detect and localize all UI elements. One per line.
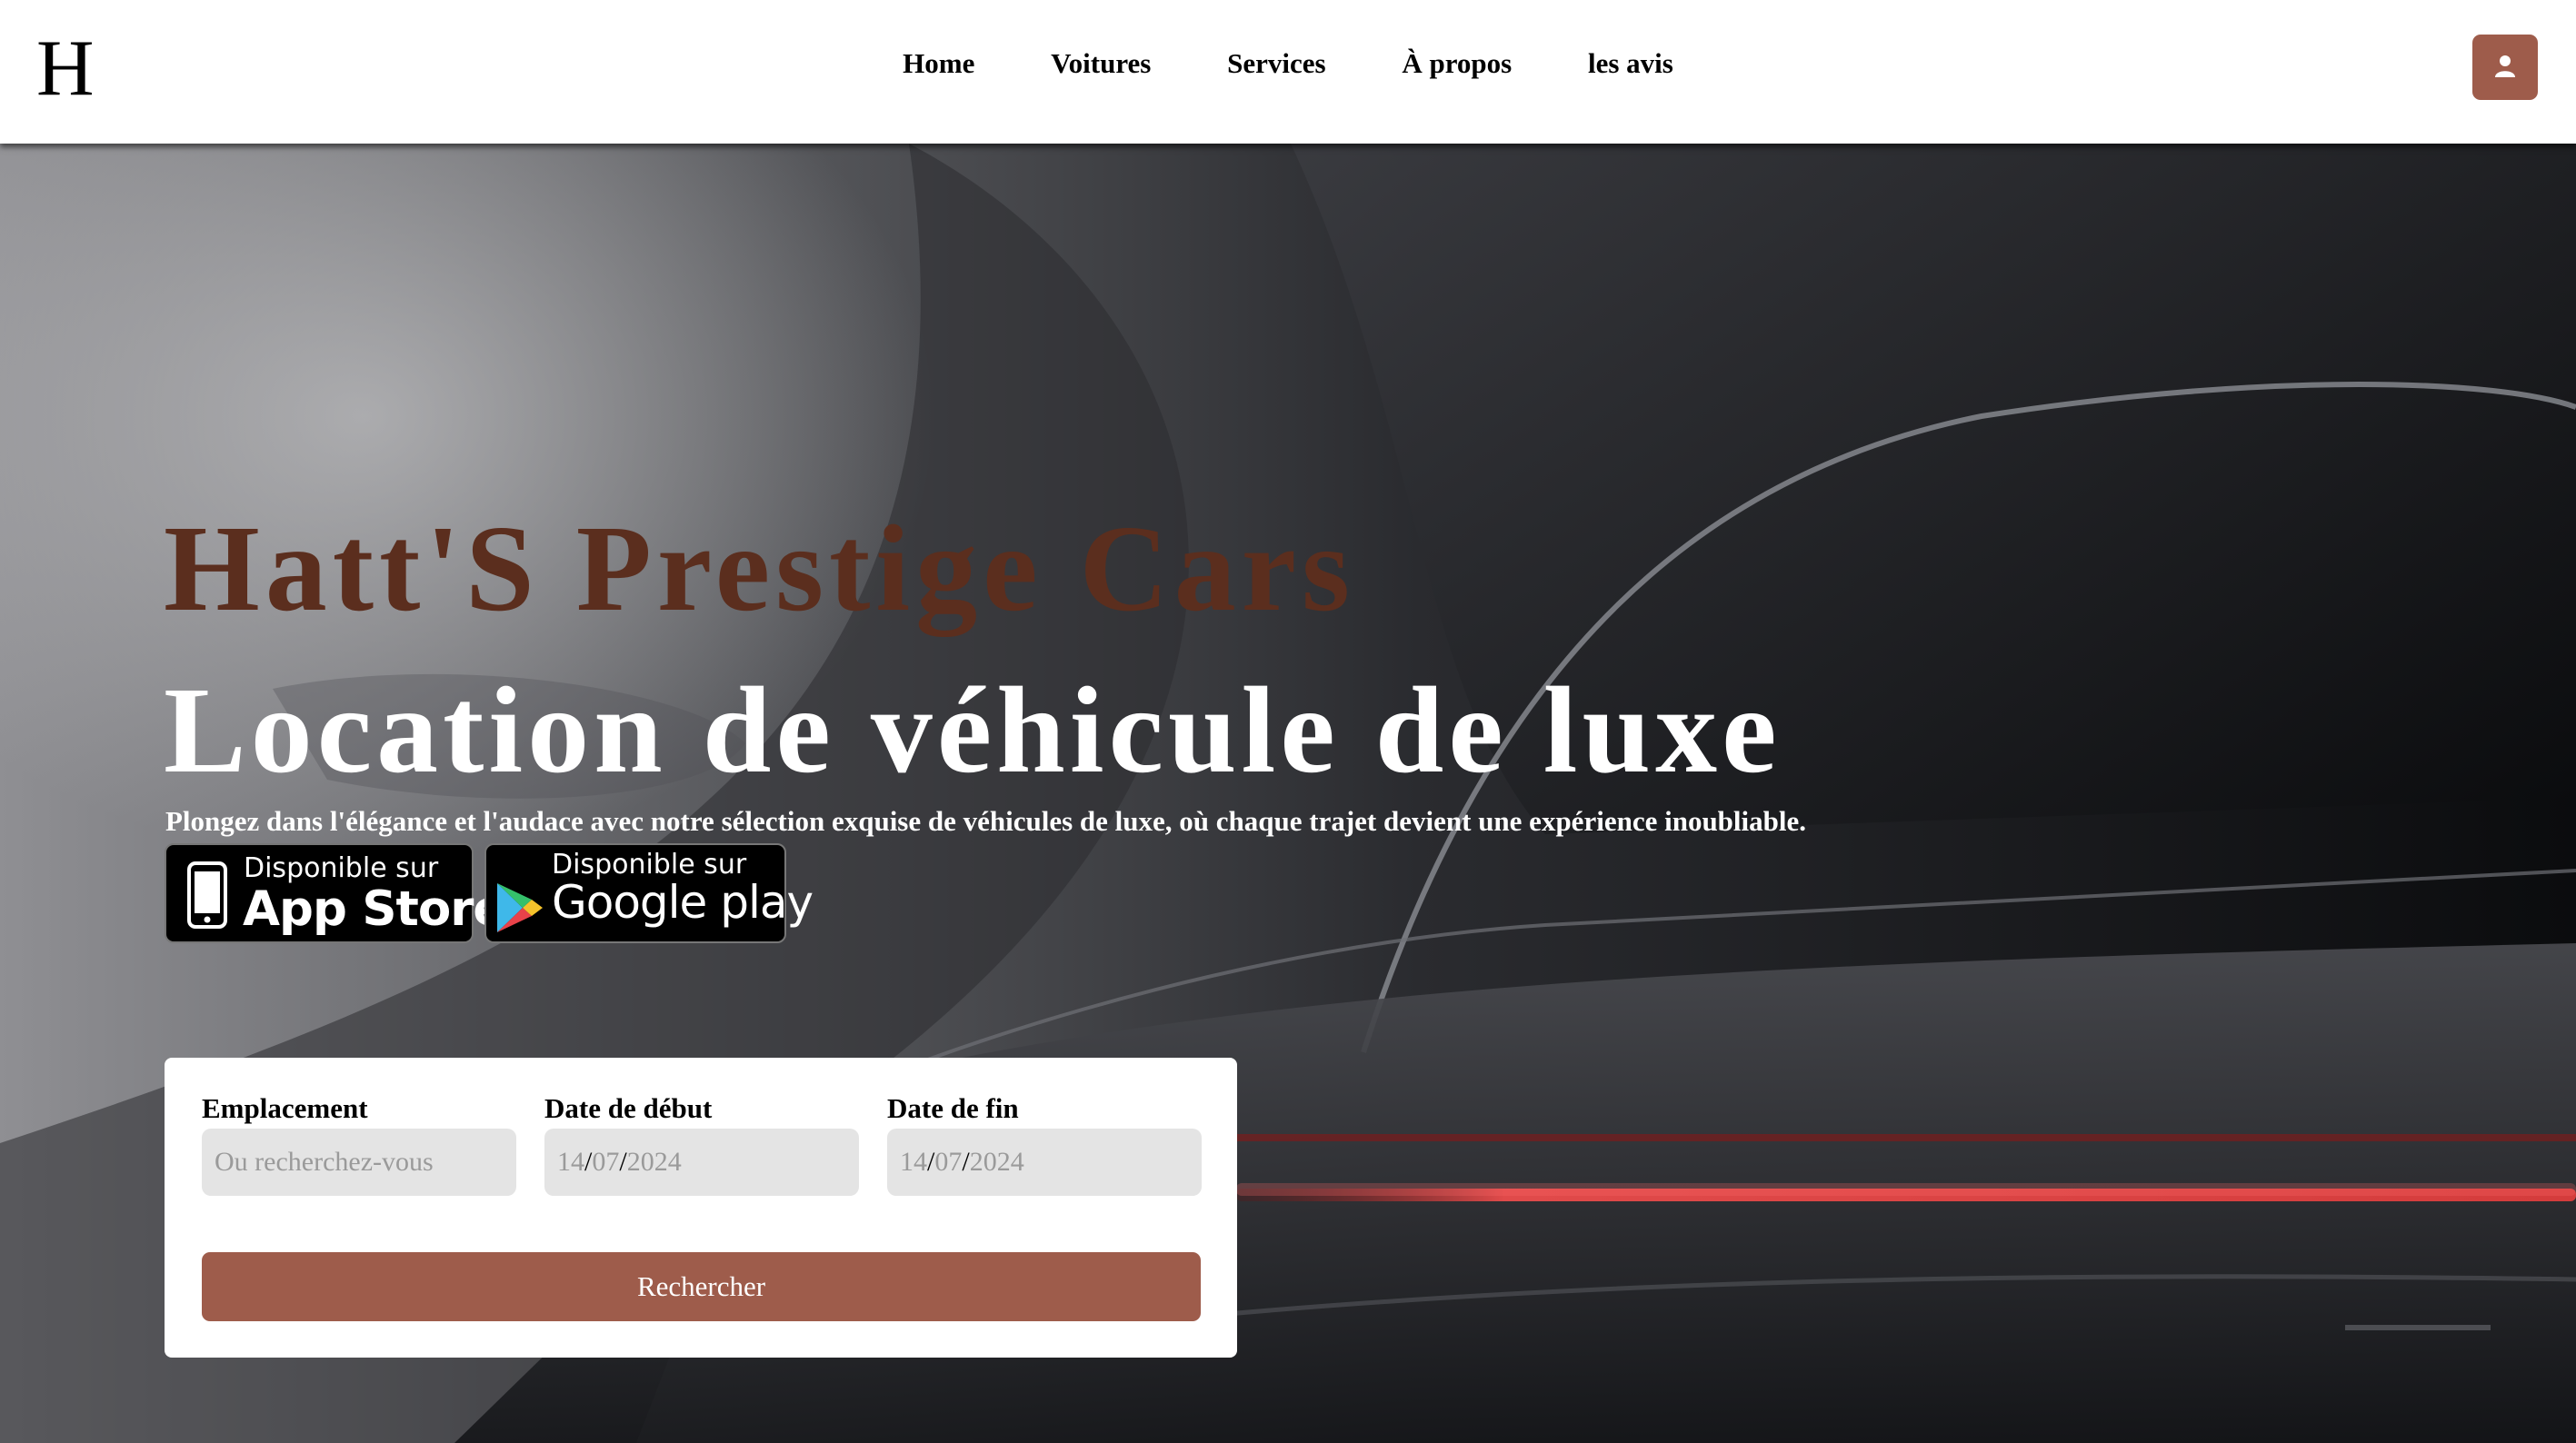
search-form: Emplacement Ou recherchez-vous Date de d… — [165, 1058, 1237, 1358]
location-label: Emplacement — [202, 1092, 368, 1124]
end-day: 14 — [900, 1147, 927, 1177]
main-nav: Home Voitures Services À propos les avis — [0, 47, 2576, 80]
user-account-button[interactable] — [2472, 35, 2538, 100]
nav-a-propos[interactable]: À propos — [1402, 47, 1512, 80]
end-date-field: Date de fin 14/07/2024 — [887, 1092, 1202, 1196]
start-year: 2024 — [626, 1147, 682, 1177]
start-date-label: Date de début — [544, 1092, 713, 1124]
app-store-label: App Store — [243, 881, 505, 937]
start-date-input[interactable]: 14/07/2024 — [544, 1129, 859, 1196]
location-field: Emplacement Ou recherchez-vous — [202, 1092, 516, 1196]
start-day: 14 — [557, 1147, 584, 1177]
site-header: H Home Voitures Services À propos les av… — [0, 0, 2576, 144]
hero-tagline: Plongez dans l'élégance et l'audace avec… — [165, 805, 1807, 837]
end-date-input[interactable]: 14/07/2024 — [887, 1129, 1202, 1196]
end-year: 2024 — [969, 1147, 1024, 1177]
brand-title: Hatt'S Prestige Cars — [164, 501, 1355, 637]
search-button[interactable]: Rechercher — [202, 1252, 1201, 1321]
google-play-label: Google play — [552, 876, 814, 929]
nav-les-avis[interactable]: les avis — [1588, 47, 1673, 80]
nav-voitures[interactable]: Voitures — [1051, 47, 1151, 80]
end-date-label: Date de fin — [887, 1092, 1019, 1124]
hero-headline: Location de véhicule de luxe — [164, 662, 1782, 799]
end-month: 07 — [934, 1147, 963, 1177]
user-icon — [2495, 55, 2515, 77]
start-month: 07 — [592, 1147, 620, 1177]
start-date-field: Date de début 14/07/2024 — [544, 1092, 859, 1196]
iphone-icon — [187, 861, 227, 929]
app-store-button[interactable]: Disponible sur App Store — [165, 843, 505, 943]
nav-services[interactable]: Services — [1227, 47, 1325, 80]
nav-home[interactable]: Home — [903, 47, 974, 80]
google-play-button[interactable]: Disponible sur Google play — [484, 843, 814, 943]
app-store-caption: Disponible sur — [244, 852, 439, 884]
location-input[interactable]: Ou recherchez-vous — [202, 1129, 516, 1196]
google-play-icon — [497, 883, 543, 932]
